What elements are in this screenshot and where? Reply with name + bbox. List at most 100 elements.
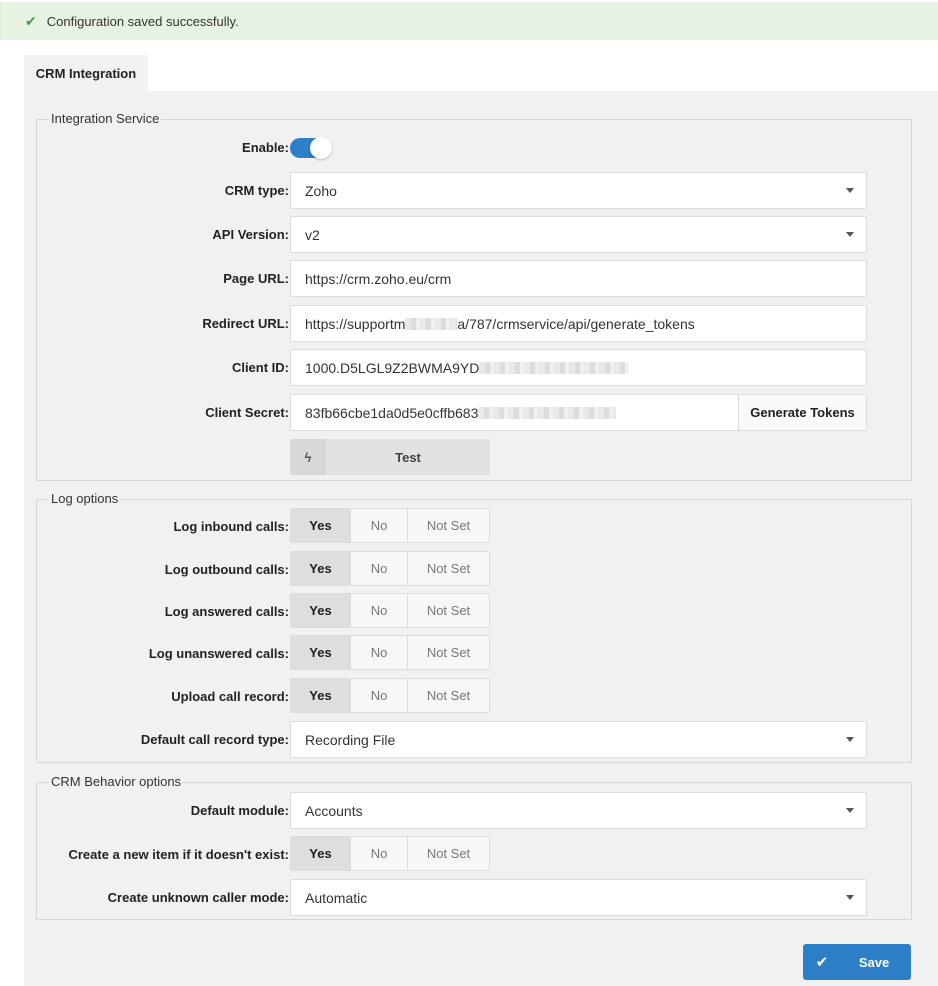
alert-message: Configuration saved successfully. [46,13,239,29]
input-value: https://crm.zoho.eu/crm [305,270,452,287]
create-new-segmented: Yes No Not Set [290,836,490,871]
option-not-set[interactable]: Not Set [408,636,489,669]
option-not-set[interactable]: Not Set [408,679,489,712]
settings-panel: Integration Service Enable: CRM type: Zo… [24,91,938,986]
option-not-set[interactable]: Not Set [408,552,489,585]
group-legend: CRM Behavior options [49,774,184,789]
log-answered-segmented: Yes No Not Set [290,593,490,628]
field-label: Upload call record: [171,689,289,704]
api-version-row: API Version: v2 [37,216,911,253]
field-label: Log outbound calls: [164,562,289,577]
crm-behavior-group: CRM Behavior options Default module: Acc… [36,774,912,920]
input-value-suffix: a/787/crmservice/api/generate_tokens [457,315,695,332]
option-no[interactable]: No [351,552,408,585]
upload-record-row: Upload call record: Yes No Not Set [37,678,911,715]
create-new-row: Create a new item if it doesn't exist: Y… [37,836,911,873]
redacted-region [479,361,630,374]
redirect-url-input[interactable]: https://supportm a/787/crmservice/api/ge… [290,305,867,342]
api-version-select[interactable]: v2 [290,216,867,253]
option-yes[interactable]: Yes [291,509,351,542]
client-secret-input[interactable]: 83fb66cbe1da0d5e0cffb683 [290,394,738,431]
select-value: Accounts [305,802,363,819]
option-yes[interactable]: Yes [291,679,351,712]
option-not-set[interactable]: Not Set [408,837,489,870]
field-label: Log answered calls: [164,604,289,619]
unknown-caller-row: Create unknown caller mode: Automatic [37,879,911,916]
option-no[interactable]: No [351,679,408,712]
client-id-row: Client ID: 1000.D5LGL9Z2BWMA9YD [37,349,911,386]
field-label: CRM type: [224,183,289,198]
redacted-region [478,406,617,419]
option-no[interactable]: No [351,594,408,627]
enable-toggle[interactable] [290,137,332,159]
field-label: Page URL: [223,271,289,286]
check-icon: ✔ [25,12,37,29]
field-label: Create unknown caller mode: [107,890,289,905]
option-yes[interactable]: Yes [291,552,351,585]
unknown-caller-select[interactable]: Automatic [290,879,867,916]
tab-crm-integration[interactable]: CRM Integration [24,55,148,92]
toggle-knob [310,137,332,159]
log-inbound-segmented: Yes No Not Set [290,508,490,543]
integration-service-group: Integration Service Enable: CRM type: Zo… [36,111,912,481]
field-label: Default module: [190,803,289,818]
log-options-group: Log options Log inbound calls: Yes No No… [36,491,912,763]
test-button[interactable]: ϟ Test [290,439,490,475]
field-label: Client ID: [231,360,289,375]
caret-down-icon [846,232,854,237]
enable-row: Enable: [37,129,911,166]
log-unanswered-segmented: Yes No Not Set [290,635,490,670]
option-yes[interactable]: Yes [291,837,351,870]
option-yes[interactable]: Yes [291,594,351,627]
page-url-row: Page URL: https://crm.zoho.eu/crm [37,260,911,297]
field-label: Client Secret: [205,405,289,420]
button-label: Generate Tokens [750,405,855,420]
field-label: Log unanswered calls: [148,646,289,661]
default-record-type-row: Default call record type: Recording File [37,721,911,758]
field-label: Default call record type: [140,732,289,747]
save-button[interactable]: ✔ Save [803,944,911,980]
option-not-set[interactable]: Not Set [408,594,489,627]
input-value: 1000.D5LGL9Z2BWMA9YD [305,359,480,376]
log-inbound-row: Log inbound calls: Yes No Not Set [37,508,911,545]
default-module-row: Default module: Accounts [37,792,911,829]
select-value: Zoho [305,182,337,199]
option-not-set[interactable]: Not Set [408,509,489,542]
bolt-icon: ϟ [290,439,326,475]
caret-down-icon [846,895,854,900]
log-answered-row: Log answered calls: Yes No Not Set [37,593,911,630]
caret-down-icon [846,737,854,742]
option-yes[interactable]: Yes [291,636,351,669]
log-unanswered-row: Log unanswered calls: Yes No Not Set [37,635,911,672]
field-label: API Version: [212,227,289,242]
check-icon: ✔ [815,954,829,971]
group-legend: Log options [49,491,121,506]
generate-tokens-button[interactable]: Generate Tokens [738,394,867,431]
redirect-url-row: Redirect URL: https://supportm a/787/crm… [37,305,911,342]
page-url-input[interactable]: https://crm.zoho.eu/crm [290,260,867,297]
field-label: Redirect URL: [202,316,289,331]
select-value: Recording File [305,731,396,748]
input-value-prefix: https://supportm [305,315,406,332]
field-label: Log inbound calls: [173,519,289,534]
tab-label: CRM Integration [35,66,137,81]
log-outbound-row: Log outbound calls: Yes No Not Set [37,551,911,588]
field-label: Enable: [242,140,289,155]
button-label: Test [395,449,421,465]
option-no[interactable]: No [351,509,408,542]
option-no[interactable]: No [351,837,408,870]
upload-record-segmented: Yes No Not Set [290,678,490,713]
client-secret-row: Client Secret: 83fb66cbe1da0d5e0cffb683 … [37,394,911,431]
default-record-type-select[interactable]: Recording File [290,721,867,758]
crm-type-select[interactable]: Zoho [290,172,867,209]
option-no[interactable]: No [351,636,408,669]
redacted-region [405,317,458,330]
success-alert: ✔ Configuration saved successfully. [0,2,938,40]
caret-down-icon [846,808,854,813]
client-id-input[interactable]: 1000.D5LGL9Z2BWMA9YD [290,349,867,386]
caret-down-icon [846,188,854,193]
button-label: Save [858,954,890,970]
test-row: ϟ Test [37,439,911,476]
default-module-select[interactable]: Accounts [290,792,867,829]
select-value: v2 [305,226,320,243]
